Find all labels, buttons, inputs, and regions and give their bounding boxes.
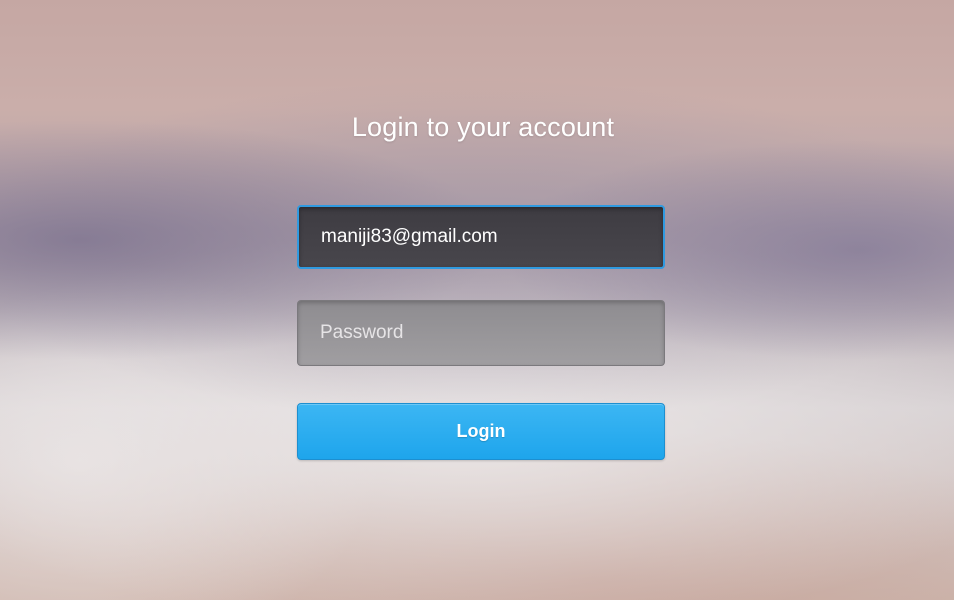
email-input[interactable] — [297, 205, 665, 269]
password-input[interactable] — [297, 300, 665, 366]
login-button[interactable]: Login — [297, 403, 665, 460]
login-title: Login to your account — [351, 112, 615, 142]
